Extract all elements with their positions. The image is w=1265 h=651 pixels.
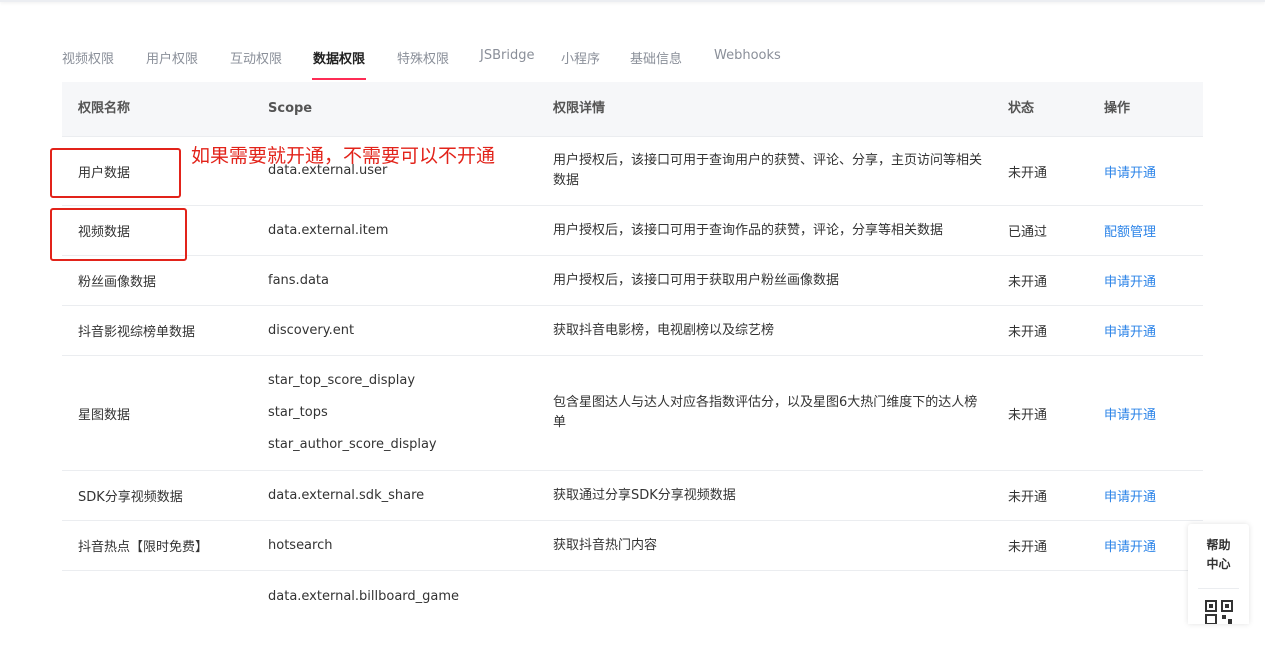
scope-value: data.external.item <box>268 222 389 238</box>
apply-button[interactable]: 申请开通 <box>1104 486 1194 505</box>
tab-webhooks[interactable]: Webhooks <box>714 48 781 63</box>
help-center-label: 帮助 中心 <box>1206 538 1231 571</box>
table-row: data.external.billboard_game <box>62 571 1203 651</box>
scope-value: star_top_score_display <box>268 373 416 388</box>
qr-code-icon[interactable] <box>1205 600 1233 624</box>
permission-detail: 获取通过分享SDK分享视频数据 <box>553 487 736 503</box>
tab-data-permission[interactable]: 数据权限 <box>312 48 367 80</box>
scope-value: data.external.sdk_share <box>268 487 425 503</box>
table-row: 抖音热点【限时免费】 hotsearch 获取抖音热门内容 未开通 申请开通 <box>62 521 1203 571</box>
permission-detail: 获取抖音热门内容 <box>553 537 658 553</box>
annotation-highlight-video-data <box>50 208 187 261</box>
permission-name: SDK分享视频数据 <box>78 490 183 505</box>
permission-detail: 用户授权后，该接口可用于查询作品的获赞，评论，分享等相关数据 <box>553 222 944 238</box>
annotation-note: 如果需要就开通，不需要可以不开通 <box>191 145 496 167</box>
table-header: 权限名称 Scope 权限详情 状态 操作 <box>62 82 1203 137</box>
tab-video-permission[interactable]: 视频权限 <box>62 48 114 67</box>
apply-button[interactable]: 申请开通 <box>1104 271 1194 290</box>
apply-button[interactable]: 申请开通 <box>1104 321 1194 340</box>
top-shadow-bar <box>0 0 1265 2</box>
permission-name: 抖音影视综榜单数据 <box>78 325 196 340</box>
status-text: 未开通 <box>1008 165 1048 181</box>
table-row: 视频数据 data.external.item 用户授权后，该接口可用于查询作品… <box>62 206 1203 256</box>
tab-special-permission[interactable]: 特殊权限 <box>397 48 449 67</box>
status-text: 未开通 <box>1008 407 1048 423</box>
status-text: 已通过 <box>1008 225 1048 240</box>
apply-button[interactable]: 申请开通 <box>1104 536 1194 555</box>
scope-value: hotsearch <box>268 537 333 553</box>
header-scope: Scope <box>268 101 313 116</box>
table-row: SDK分享视频数据 data.external.sdk_share 获取通过分享… <box>62 471 1203 521</box>
header-permission-detail: 权限详情 <box>553 101 606 116</box>
header-status: 状态 <box>1008 101 1035 116</box>
permission-detail: 获取抖音电影榜，电视剧榜以及综艺榜 <box>553 322 775 338</box>
divider <box>1198 588 1239 589</box>
active-tab-indicator <box>312 78 367 80</box>
table-row: 星图数据 star_top_score_display star_tops st… <box>62 356 1203 471</box>
scope-value: fans.data <box>268 272 329 288</box>
scope-value: star_tops <box>268 405 328 420</box>
scope-value: star_author_score_display <box>268 437 437 452</box>
tab-mini-program[interactable]: 小程序 <box>561 48 600 67</box>
tab-jsbridge[interactable]: JSBridge <box>480 48 534 63</box>
status-text: 未开通 <box>1008 275 1048 290</box>
permission-detail: 用户授权后，该接口可用于查询用户的获赞、评论、分享，主页访问等相关数据 <box>553 153 983 188</box>
permission-name: 抖音热点【限时免费】 <box>78 540 209 555</box>
permission-detail: 用户授权后，该接口可用于获取用户粉丝画像数据 <box>553 272 840 288</box>
help-center-widget[interactable]: 帮助 中心 <box>1188 524 1249 624</box>
status-text: 未开通 <box>1008 490 1048 505</box>
header-permission-name: 权限名称 <box>78 101 131 116</box>
quota-management-button[interactable]: 配额管理 <box>1104 221 1194 240</box>
scope-value: discovery.ent <box>268 322 355 338</box>
status-text: 未开通 <box>1008 540 1048 555</box>
tab-interaction-permission[interactable]: 互动权限 <box>230 48 282 67</box>
scope-value: data.external.billboard_game <box>268 589 460 604</box>
permission-name: 星图数据 <box>78 407 131 423</box>
apply-button[interactable]: 申请开通 <box>1104 162 1194 181</box>
table-row: 粉丝画像数据 fans.data 用户授权后，该接口可用于获取用户粉丝画像数据 … <box>62 256 1203 306</box>
header-operation: 操作 <box>1104 101 1131 116</box>
permission-name: 粉丝画像数据 <box>78 275 157 290</box>
status-text: 未开通 <box>1008 325 1048 340</box>
tab-user-permission[interactable]: 用户权限 <box>146 48 198 67</box>
apply-button[interactable]: 申请开通 <box>1104 404 1194 423</box>
tab-basic-info[interactable]: 基础信息 <box>630 48 682 67</box>
annotation-highlight-user-data <box>50 148 181 198</box>
permission-tabs: 视频权限 用户权限 互动权限 数据权限 特殊权限 JSBridge 小程序 基础… <box>62 38 1203 83</box>
permission-detail: 包含星图达人与达人对应各指数评估分，以及星图6大热门维度下的达人榜单 <box>553 395 978 430</box>
table-row: 抖音影视综榜单数据 discovery.ent 获取抖音电影榜，电视剧榜以及综艺… <box>62 306 1203 356</box>
